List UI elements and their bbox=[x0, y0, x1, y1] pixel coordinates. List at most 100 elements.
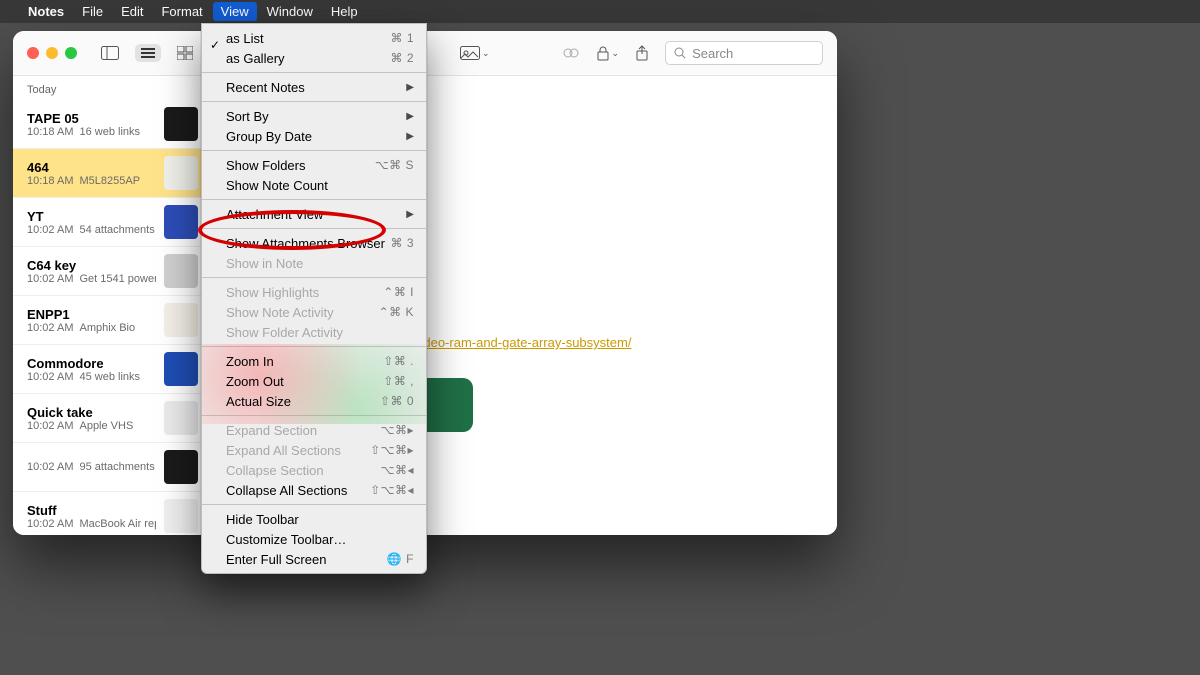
menu-item-label: Customize Toolbar… bbox=[226, 532, 414, 547]
menu-item-shortcut: ⌘ 1 bbox=[390, 31, 414, 45]
note-thumbnail-icon bbox=[164, 107, 198, 141]
menu-item-show-highlights: Show Highlights⌃⌘ I bbox=[202, 282, 426, 302]
note-list-item[interactable]: 10:02 AM95 attachments bbox=[13, 443, 208, 492]
menu-item-show-note-count[interactable]: Show Note Count bbox=[202, 175, 426, 195]
menu-item-expand-section: Expand Section⌥⌘▸ bbox=[202, 420, 426, 440]
note-thumbnail-icon bbox=[164, 303, 198, 337]
menu-view[interactable]: View bbox=[213, 2, 257, 21]
note-title: TAPE 05 bbox=[27, 111, 156, 126]
search-field[interactable]: Search bbox=[665, 41, 823, 65]
menu-item-shortcut: ⌃⌘ I bbox=[383, 285, 414, 299]
note-subtitle: 10:18 AMM5L8255AP bbox=[27, 175, 156, 187]
view-dropdown-menu[interactable]: as List⌘ 1as Gallery⌘ 2Recent Notes▶Sort… bbox=[201, 23, 427, 574]
note-list-item[interactable]: Quick take10:02 AMApple VHS bbox=[13, 394, 208, 443]
menu-item-as-gallery[interactable]: as Gallery⌘ 2 bbox=[202, 48, 426, 68]
list-view-icon[interactable] bbox=[135, 44, 161, 62]
menu-item-shortcut: ⌃⌘ K bbox=[379, 305, 414, 319]
note-list-item[interactable]: YT10:02 AM54 attachments bbox=[13, 198, 208, 247]
menu-item-label: Zoom In bbox=[226, 354, 383, 369]
menu-item-label: Collapse Section bbox=[226, 463, 381, 478]
menu-format[interactable]: Format bbox=[161, 4, 202, 19]
note-list-item[interactable]: Commodore10:02 AM45 web links bbox=[13, 345, 208, 394]
submenu-arrow-icon: ▶ bbox=[406, 82, 414, 93]
note-subtitle: 10:02 AMApple VHS bbox=[27, 420, 156, 432]
traffic-lights bbox=[27, 47, 77, 59]
system-menubar[interactable]: Notes File Edit Format View Window Help bbox=[0, 0, 1200, 23]
note-subtitle: 10:02 AM54 attachments bbox=[27, 224, 156, 236]
menu-item-show-attachments-browser[interactable]: Show Attachments Browser⌘ 3 bbox=[202, 233, 426, 253]
menu-item-label: Actual Size bbox=[226, 394, 380, 409]
menu-item-label: as Gallery bbox=[226, 51, 390, 66]
menu-item-recent-notes[interactable]: Recent Notes▶ bbox=[202, 77, 426, 97]
menu-item-collapse-all-sections[interactable]: Collapse All Sections⇧⌥⌘◂ bbox=[202, 480, 426, 500]
menu-item-attachment-view[interactable]: Attachment View▶ bbox=[202, 204, 426, 224]
menu-item-customize-toolbar-[interactable]: Customize Toolbar… bbox=[202, 529, 426, 549]
menu-edit[interactable]: Edit bbox=[121, 4, 143, 19]
menu-item-collapse-section: Collapse Section⌥⌘◂ bbox=[202, 460, 426, 480]
note-list-item[interactable]: 46410:18 AMM5L8255AP bbox=[13, 149, 208, 198]
note-title: Commodore bbox=[27, 356, 156, 371]
app-name[interactable]: Notes bbox=[28, 4, 64, 19]
menu-item-zoom-in[interactable]: Zoom In⇧⌘ . bbox=[202, 351, 426, 371]
note-thumbnail-icon bbox=[164, 499, 198, 533]
menu-item-shortcut: ⇧⌥⌘▸ bbox=[370, 443, 414, 457]
menu-item-label: Show Note Count bbox=[226, 178, 414, 193]
menu-item-shortcut: ⌥⌘ S bbox=[375, 158, 414, 172]
submenu-arrow-icon: ▶ bbox=[406, 111, 414, 122]
minimize-button[interactable] bbox=[46, 47, 58, 59]
menu-item-label: Recent Notes bbox=[226, 80, 406, 95]
note-title: Stuff bbox=[27, 503, 156, 518]
menu-item-sort-by[interactable]: Sort By▶ bbox=[202, 106, 426, 126]
note-subtitle: 10:02 AM95 attachments bbox=[27, 461, 156, 473]
note-title: 464 bbox=[27, 160, 156, 175]
menu-item-show-folders[interactable]: Show Folders⌥⌘ S bbox=[202, 155, 426, 175]
note-subtitle: 10:02 AM45 web links bbox=[27, 371, 156, 383]
menu-file[interactable]: File bbox=[82, 4, 103, 19]
menu-item-shortcut: ⇧⌘ 0 bbox=[380, 394, 414, 408]
menu-item-label: Sort By bbox=[226, 109, 406, 124]
menu-item-label: Group By Date bbox=[226, 129, 406, 144]
menu-item-label: Show Folders bbox=[226, 158, 375, 173]
media-icon[interactable]: ⌄ bbox=[460, 46, 490, 60]
menu-item-label: Expand All Sections bbox=[226, 443, 370, 458]
note-list-item[interactable]: TAPE 0510:18 AM16 web links bbox=[13, 100, 208, 149]
menu-item-label: Zoom Out bbox=[226, 374, 383, 389]
menu-item-shortcut: ⇧⌥⌘◂ bbox=[370, 483, 414, 497]
menu-item-as-list[interactable]: as List⌘ 1 bbox=[202, 28, 426, 48]
menu-item-hide-toolbar[interactable]: Hide Toolbar bbox=[202, 509, 426, 529]
menu-item-actual-size[interactable]: Actual Size⇧⌘ 0 bbox=[202, 391, 426, 411]
menu-item-label: Show Note Activity bbox=[226, 305, 379, 320]
submenu-arrow-icon: ▶ bbox=[406, 131, 414, 142]
sidebar-toggle-icon[interactable] bbox=[101, 46, 119, 60]
search-icon bbox=[674, 47, 686, 59]
menu-help[interactable]: Help bbox=[331, 4, 358, 19]
lock-icon[interactable]: ⌄ bbox=[596, 45, 620, 61]
menu-item-label: Attachment View bbox=[226, 207, 406, 222]
menu-item-group-by-date[interactable]: Group By Date▶ bbox=[202, 126, 426, 146]
menu-window[interactable]: Window bbox=[267, 4, 313, 19]
note-list-item[interactable]: ENPP110:02 AMAmphix Bio bbox=[13, 296, 208, 345]
menu-item-show-folder-activity: Show Folder Activity bbox=[202, 322, 426, 342]
close-button[interactable] bbox=[27, 47, 39, 59]
note-thumbnail-icon bbox=[164, 450, 198, 484]
gallery-view-icon[interactable] bbox=[177, 46, 193, 60]
note-subtitle: 10:02 AMGet 1541 power bbox=[27, 273, 156, 285]
maximize-button[interactable] bbox=[65, 47, 77, 59]
note-title: Quick take bbox=[27, 405, 156, 420]
note-list-item[interactable]: Stuff10:02 AMMacBook Air repl… bbox=[13, 492, 208, 535]
menu-item-zoom-out[interactable]: Zoom Out⇧⌘ , bbox=[202, 371, 426, 391]
menu-item-shortcut: ⌘ 3 bbox=[390, 236, 414, 250]
notes-list[interactable]: Today TAPE 0510:18 AM16 web links46410:1… bbox=[13, 76, 209, 535]
share-icon[interactable] bbox=[635, 45, 649, 61]
menu-item-label: Enter Full Screen bbox=[226, 552, 387, 567]
note-title: ENPP1 bbox=[27, 307, 156, 322]
menu-item-show-in-note: Show in Note bbox=[202, 253, 426, 273]
menu-item-label: Hide Toolbar bbox=[226, 512, 414, 527]
note-list-item[interactable]: C64 key10:02 AMGet 1541 power bbox=[13, 247, 208, 296]
menu-item-show-note-activity: Show Note Activity⌃⌘ K bbox=[202, 302, 426, 322]
menu-item-enter-full-screen[interactable]: Enter Full Screen🌐 F bbox=[202, 549, 426, 569]
note-thumbnail-icon bbox=[164, 156, 198, 190]
menu-item-expand-all-sections: Expand All Sections⇧⌥⌘▸ bbox=[202, 440, 426, 460]
link-icon[interactable] bbox=[562, 46, 580, 60]
note-subtitle: 10:02 AMAmphix Bio bbox=[27, 322, 156, 334]
